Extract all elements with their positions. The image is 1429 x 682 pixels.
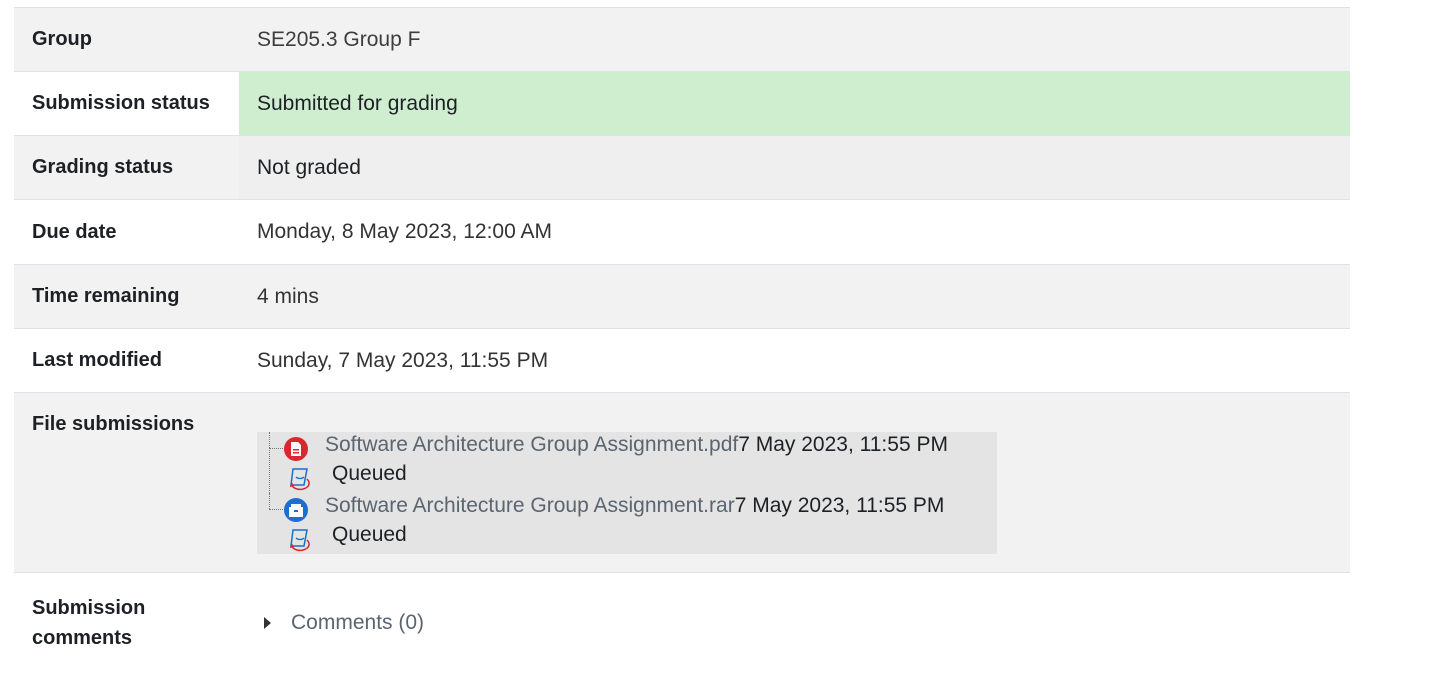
- time-remaining-label: Time remaining: [32, 285, 180, 307]
- submission-status-table: Group SE205.3 Group F Submission status …: [14, 7, 1350, 672]
- last-modified-value: Sunday, 7 May 2023, 11:55 PM: [257, 348, 549, 372]
- row-submission-status: Submission status Submitted for grading: [14, 72, 1350, 136]
- file-link[interactable]: Software Architecture Group Assignment.r…: [325, 494, 735, 517]
- submission-status-label: Submission status: [32, 92, 210, 114]
- time-remaining-value: 4 mins: [257, 284, 319, 308]
- row-file-submissions: File submissions Software Architecture G…: [14, 393, 1350, 573]
- submission-status-value: Submitted for grading: [239, 72, 1350, 135]
- row-submission-comments: Submission comments Comments (0): [14, 573, 1350, 672]
- row-group: Group SE205.3 Group F: [14, 8, 1350, 72]
- row-grading-status: Grading status Not graded: [14, 136, 1350, 200]
- grading-status-value: Not graded: [239, 136, 1350, 199]
- last-modified-label: Last modified: [32, 349, 163, 371]
- file-date: 7 May 2023, 11:55 PM: [738, 433, 948, 456]
- file-item: Software Architecture Group Assignment.p…: [257, 432, 997, 509]
- file-submissions-label: File submissions: [32, 413, 195, 435]
- row-last-modified: Last modified Sunday, 7 May 2023, 11:55 …: [14, 329, 1350, 393]
- file-date: 7 May 2023, 11:55 PM: [734, 494, 945, 517]
- file-submissions-value: Software Architecture Group Assignment.p…: [239, 393, 1350, 554]
- row-time-remaining: Time remaining 4 mins: [14, 265, 1350, 329]
- queued-icon: [289, 529, 310, 552]
- due-date-value: Monday, 8 May 2023, 12:00 AM: [257, 220, 552, 243]
- group-label: Group: [32, 28, 92, 50]
- row-due-date: Due date Monday, 8 May 2023, 12:00 AM: [14, 200, 1350, 265]
- submission-comments-label-line2: comments: [32, 626, 133, 649]
- file-status: Queued: [332, 462, 407, 485]
- tree-line: [269, 509, 283, 510]
- file-status: Queued: [332, 523, 407, 546]
- tree-line: [269, 493, 270, 509]
- queued-icon: [289, 468, 310, 491]
- file-item: Software Architecture Group Assignment.r…: [257, 493, 997, 554]
- caret-right-icon: [264, 616, 271, 629]
- submission-comments-label: Submission comments: [14, 573, 239, 672]
- file-name-row: Software Architecture Group Assignment.r…: [325, 494, 944, 518]
- grading-status-label: Grading status: [32, 156, 174, 178]
- tree-line: [269, 432, 270, 448]
- file-tree: Software Architecture Group Assignment.p…: [257, 432, 997, 554]
- file-link[interactable]: Software Architecture Group Assignment.p…: [325, 433, 738, 456]
- pdf-file-icon: [284, 437, 308, 461]
- submission-comments-label-line1: Submission: [32, 596, 146, 619]
- group-value: SE205.3 Group F: [257, 27, 421, 51]
- tree-line: [269, 448, 283, 449]
- comments-toggle[interactable]: Comments (0): [239, 573, 1350, 672]
- file-name-row: Software Architecture Group Assignment.p…: [325, 433, 948, 457]
- comments-link[interactable]: Comments (0): [291, 611, 424, 635]
- due-date-label: Due date: [32, 220, 117, 243]
- archive-file-icon: [284, 498, 308, 522]
